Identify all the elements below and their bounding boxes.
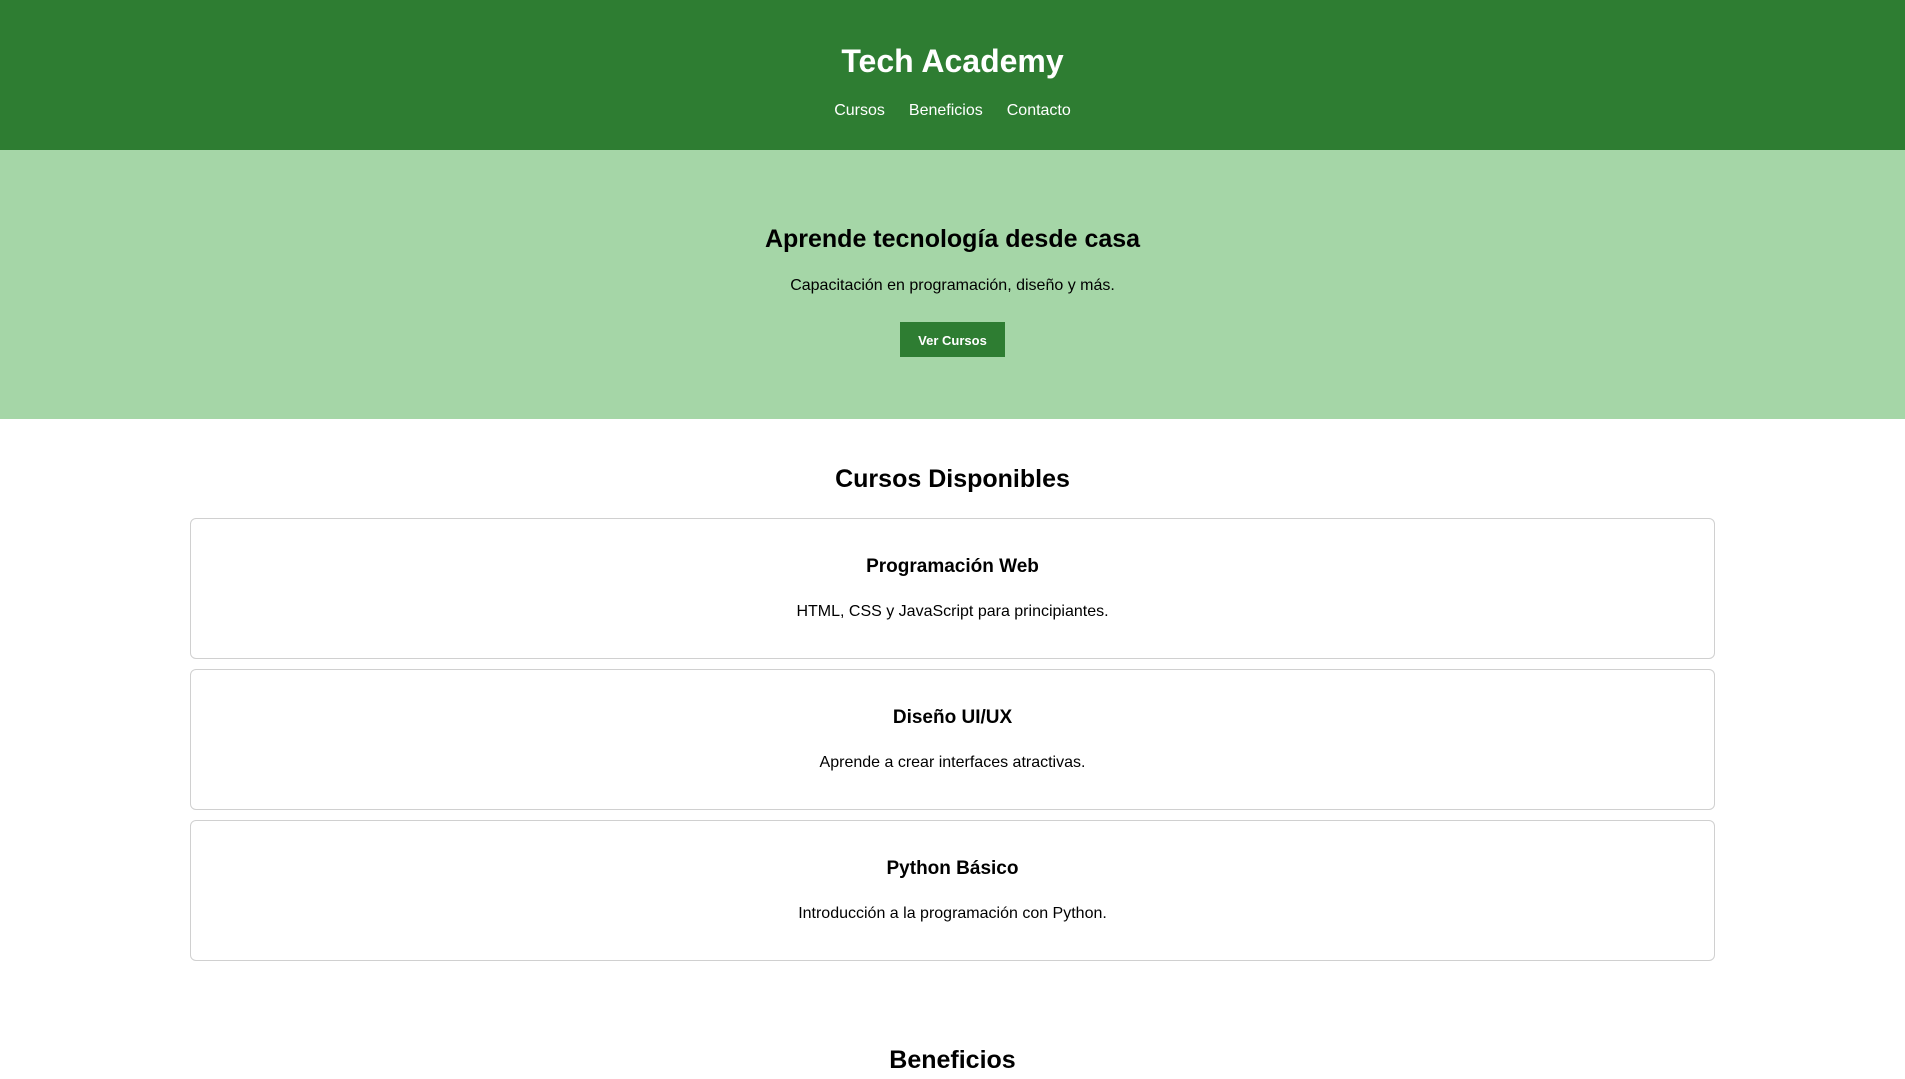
courses-heading: Cursos Disponibles [835,465,1070,493]
nav-link-cursos[interactable]: Cursos [834,101,885,121]
nav-link-contacto[interactable]: Contacto [1007,101,1071,121]
benefits-heading: Beneficios [889,1046,1016,1074]
main-nav: Cursos Beneficios Contacto [0,101,1905,121]
courses-section: Cursos Disponibles Programación Web HTML… [0,419,1905,961]
course-card-uiux: Diseño UI/UX Aprende a crear interfaces … [190,669,1715,810]
course-title: Diseño UI/UX [892,707,1013,728]
hero-heading: Aprende tecnología desde casa [764,225,1141,253]
course-description: Introducción a la programación con Pytho… [798,905,1107,922]
benefits-section: Beneficios [0,971,1905,1075]
site-header: Tech Academy Cursos Beneficios Contacto [0,0,1905,150]
hero-subtitle: Capacitación en programación, diseño y m… [790,277,1115,294]
course-card-web: Programación Web HTML, CSS y JavaScript … [190,518,1715,659]
nav-link-beneficios[interactable]: Beneficios [909,101,983,121]
course-card-python: Python Básico Introducción a la programa… [190,820,1715,961]
course-description: Aprende a crear interfaces atractivas. [819,754,1086,771]
course-title: Programación Web [866,556,1039,577]
course-list: Programación Web HTML, CSS y JavaScript … [190,518,1715,961]
view-courses-button[interactable]: Ver Cursos [900,322,1005,357]
site-title: Tech Academy [841,43,1064,79]
hero-section: Aprende tecnología desde casa Capacitaci… [0,150,1905,419]
course-description: HTML, CSS y JavaScript para principiante… [796,603,1109,620]
course-title: Python Básico [886,858,1019,879]
